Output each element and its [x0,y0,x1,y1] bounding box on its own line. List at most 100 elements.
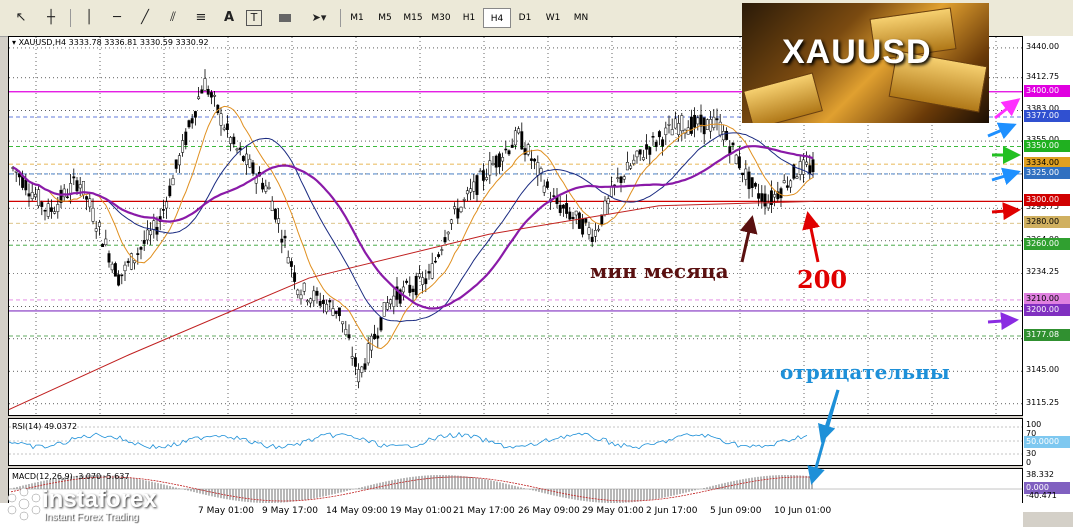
candle-body [53,211,57,214]
annotation-ma200: 200 [797,265,848,294]
candle-body [654,141,658,147]
candle-body [411,288,415,292]
candle-body [469,188,473,193]
timeframe-m5[interactable]: M5 [371,8,399,28]
candle-body [533,158,537,162]
candle-body [277,218,281,224]
candle-body [120,274,124,277]
candle-body [459,206,463,213]
candle-body [270,200,274,212]
timeframe-m30[interactable]: M30 [427,8,455,28]
macd-label: MACD(12,26,9) -3.070 -5.637 [12,472,130,481]
ma200-line [9,200,815,410]
candle-body [440,249,444,251]
candle-body [408,284,412,293]
banner-title: XAUUSD [782,33,932,71]
time-tick-label: 9 May 17:00 [262,506,318,516]
candle-body [558,204,562,213]
candle-body [27,193,31,197]
timeframe-m15[interactable]: M15 [399,8,427,28]
candle-body [641,157,645,161]
candle-body [437,254,441,257]
candle-body [731,142,735,146]
candle-body [33,194,37,198]
candle-body [785,185,789,188]
time-tick-label: 26 May 09:00 [518,506,580,516]
candle-body [296,289,300,295]
candle-body [136,253,140,255]
cursor-icon[interactable]: ↖ [10,7,32,29]
chart-menu-icon[interactable]: ▾ [12,38,16,47]
candle-body [597,228,601,231]
candle-body [235,148,239,151]
arrows-dropdown-icon[interactable]: ➤▾ [304,7,334,29]
candle-body [245,153,249,166]
trend-line-icon[interactable]: ╱ [134,7,156,29]
timeframe-mn[interactable]: MN [567,8,595,28]
price-tick-label: 3440.00 [1026,41,1060,51]
candle-body [760,193,764,202]
candle-body [286,257,290,264]
toolbar-separator [340,9,341,27]
candle-body [289,261,293,267]
timeframe-d1[interactable]: D1 [511,8,539,28]
candle-body [657,131,661,138]
fibo-channel-icon[interactable]: ⫽ [162,7,184,29]
candle-body [149,230,153,236]
candle-body [645,144,649,150]
candle-body [513,130,517,146]
candle-body [616,177,620,179]
candle-body [443,237,447,243]
candle-body [561,204,565,209]
ma-orange-line [12,105,814,350]
horizontal-line-icon[interactable]: ─ [106,7,128,29]
text-tool-icon[interactable]: A [218,7,240,29]
candle-body [350,356,354,359]
level-price-label: 3280.00 [1024,216,1070,229]
candle-body [715,118,719,121]
candle-body [283,235,287,239]
candle-body [280,238,284,243]
candle-body [741,172,745,176]
candle-body [609,186,613,197]
candle-body [574,210,578,216]
time-tick-label: 19 May 01:00 [390,506,452,516]
timeframe-h1[interactable]: H1 [455,8,483,28]
text-label-tool-icon[interactable]: T [246,10,262,26]
rectangle-icon[interactable] [274,7,296,29]
candle-body [520,131,524,150]
chart-info-text: XAUUSD,H4 3333.78 3336.81 3330.59 3330.9… [18,38,209,47]
time-tick-label: 2 Jun 17:00 [646,506,698,516]
candle-body [401,286,405,293]
fibo-retracement-icon[interactable]: ≡ [190,7,212,29]
timeframe-w1[interactable]: W1 [539,8,567,28]
crosshair-icon[interactable]: ┼ [40,7,62,29]
candle-body [568,211,572,220]
candle-body [632,159,636,164]
candle-body [209,92,213,98]
candle-body [200,89,204,94]
rsi-panel[interactable] [8,418,1023,466]
candle-body [337,307,341,317]
candle-body [171,178,175,186]
candle-body [581,218,585,235]
timeframe-h4[interactable]: H4 [483,8,511,28]
rsi-scale-label: 100 [1026,420,1042,429]
candle-body [465,190,469,195]
candle-body [203,78,207,91]
candle-body [168,185,172,197]
candle-body [526,144,530,155]
candle-body [88,198,92,208]
timeframe-m1[interactable]: M1 [343,8,371,28]
candle-body [773,194,777,198]
candle-body [347,334,351,339]
candle-body [145,229,149,241]
vertical-line-icon[interactable]: │ [78,7,100,29]
candle-body [357,369,361,383]
candle-body [219,113,223,126]
candle-body [273,208,277,220]
candle-body [177,155,181,166]
candle-body [622,176,626,180]
rsi-scale-label: 30 [1026,449,1037,458]
candle-body [325,303,329,313]
